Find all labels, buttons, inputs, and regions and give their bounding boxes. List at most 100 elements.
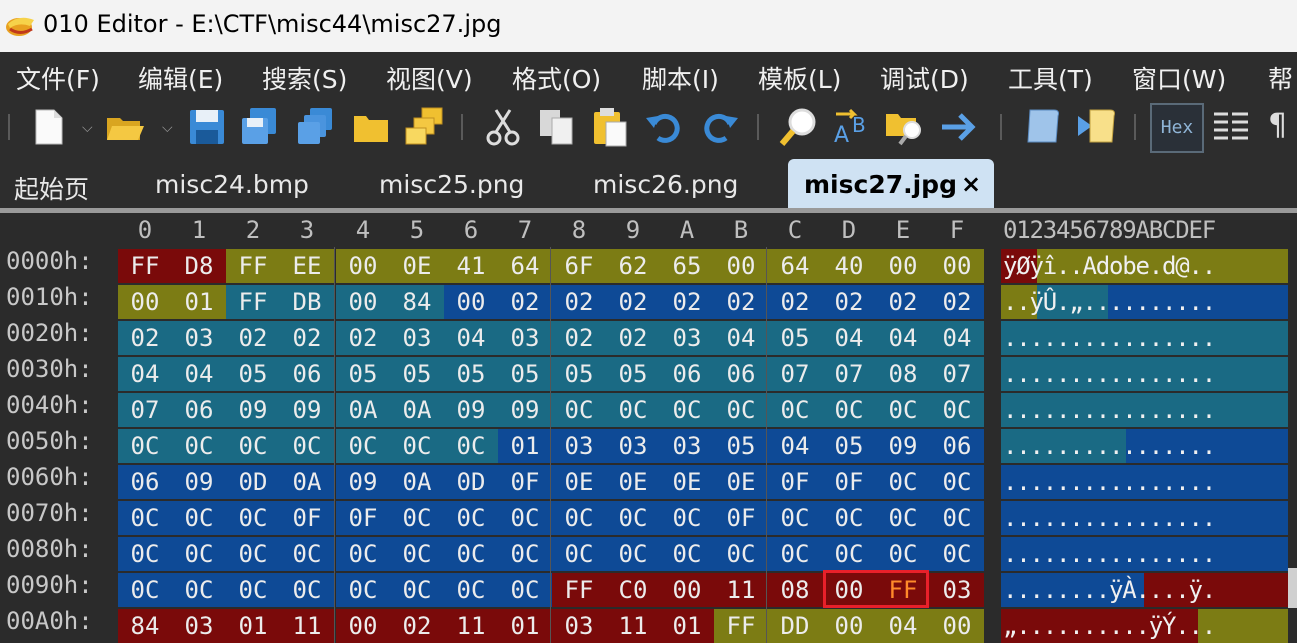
hex-byte[interactable]: 04: [714, 321, 768, 355]
tab-misc26[interactable]: misc26.png: [593, 170, 738, 199]
hex-byte[interactable]: 11: [280, 609, 334, 643]
hex-byte[interactable]: FF: [226, 249, 280, 283]
hex-byte[interactable]: 64: [768, 249, 822, 283]
hex-byte[interactable]: 05: [768, 321, 822, 355]
hex-byte[interactable]: FF: [714, 609, 768, 643]
hex-byte[interactable]: 02: [552, 321, 606, 355]
hex-byte[interactable]: 05: [390, 357, 444, 391]
redo-icon[interactable]: [698, 106, 740, 148]
hex-byte[interactable]: 04: [118, 357, 172, 391]
hex-byte[interactable]: 03: [606, 429, 660, 463]
save-all-icon[interactable]: [294, 106, 336, 148]
hex-byte[interactable]: 09: [498, 393, 552, 427]
hex-byte[interactable]: 04: [876, 321, 930, 355]
hex-byte[interactable]: 05: [336, 357, 390, 391]
hex-byte[interactable]: 02: [606, 321, 660, 355]
hex-byte[interactable]: 0C: [118, 429, 172, 463]
hex-byte[interactable]: C0: [606, 573, 660, 607]
hex-byte[interactable]: 05: [552, 357, 606, 391]
hex-byte[interactable]: 0C: [498, 537, 552, 571]
ascii-row[interactable]: ................: [1003, 393, 1216, 427]
hex-byte[interactable]: 40: [822, 249, 876, 283]
hex-byte[interactable]: 0F: [714, 501, 768, 535]
menu-search[interactable]: 搜索(S): [262, 60, 347, 96]
hex-byte[interactable]: 0C: [876, 501, 930, 535]
hex-byte[interactable]: 05: [822, 429, 876, 463]
hex-byte[interactable]: 03: [390, 321, 444, 355]
ascii-row[interactable]: ........ÿÀ....ÿ.: [1003, 573, 1216, 607]
hex-byte[interactable]: 02: [606, 285, 660, 319]
run-template-icon[interactable]: [1076, 106, 1118, 148]
ascii-row[interactable]: ................: [1003, 537, 1216, 571]
hex-byte[interactable]: 0D: [444, 465, 498, 499]
hex-byte[interactable]: 06: [714, 357, 768, 391]
hex-byte[interactable]: 07: [930, 357, 984, 391]
hex-byte[interactable]: 02: [876, 285, 930, 319]
hex-byte[interactable]: 03: [172, 609, 226, 643]
hex-byte[interactable]: 01: [226, 609, 280, 643]
hex-byte[interactable]: 04: [768, 429, 822, 463]
hex-byte[interactable]: 0C: [552, 537, 606, 571]
hex-byte[interactable]: 0C: [714, 537, 768, 571]
hex-byte[interactable]: 07: [118, 393, 172, 427]
folder-icon[interactable]: [350, 106, 392, 148]
hex-byte[interactable]: 01: [498, 609, 552, 643]
hex-byte[interactable]: 65: [660, 249, 714, 283]
hex-byte[interactable]: 09: [226, 393, 280, 427]
hex-byte[interactable]: 00: [930, 609, 984, 643]
hex-byte[interactable]: 0C: [118, 573, 172, 607]
tab-misc24[interactable]: misc24.bmp: [155, 170, 309, 199]
hex-byte[interactable]: 00: [336, 285, 390, 319]
hex-byte[interactable]: 00: [660, 573, 714, 607]
hex-byte[interactable]: 04: [444, 321, 498, 355]
hex-byte[interactable]: 07: [768, 357, 822, 391]
hex-byte[interactable]: 01: [660, 609, 714, 643]
menu-templates[interactable]: 模板(L): [758, 60, 841, 96]
hex-byte[interactable]: 06: [930, 429, 984, 463]
close-tab-icon[interactable]: ×: [961, 170, 981, 198]
new-file-icon[interactable]: [28, 106, 70, 148]
hex-byte[interactable]: 0E: [660, 465, 714, 499]
hex-byte[interactable]: 00: [118, 285, 172, 319]
hex-byte[interactable]: 0C: [930, 465, 984, 499]
hex-byte[interactable]: 05: [444, 357, 498, 391]
hex-byte[interactable]: 0C: [226, 573, 280, 607]
menu-file[interactable]: 文件(F): [16, 60, 100, 96]
hex-byte[interactable]: 0C: [444, 573, 498, 607]
hex-byte[interactable]: 03: [660, 429, 714, 463]
hex-byte[interactable]: 00: [930, 249, 984, 283]
menu-debug[interactable]: 调试(D): [880, 60, 969, 96]
undo-icon[interactable]: [644, 106, 686, 148]
hex-byte[interactable]: 01: [498, 429, 552, 463]
hex-byte[interactable]: 09: [172, 465, 226, 499]
hex-byte[interactable]: 05: [498, 357, 552, 391]
hex-byte[interactable]: 0C: [172, 573, 226, 607]
hex-byte[interactable]: 04: [172, 357, 226, 391]
hex-byte[interactable]: 0C: [280, 537, 334, 571]
hex-byte[interactable]: 0F: [336, 501, 390, 535]
hex-byte[interactable]: 06: [660, 357, 714, 391]
hex-byte[interactable]: 0C: [930, 537, 984, 571]
hex-byte[interactable]: 09: [336, 465, 390, 499]
ascii-row[interactable]: ................: [1003, 501, 1216, 535]
hex-byte[interactable]: 0C: [226, 429, 280, 463]
hex-byte[interactable]: 0C: [876, 465, 930, 499]
hex-byte[interactable]: 07: [822, 357, 876, 391]
replace-icon[interactable]: AB: [832, 106, 874, 148]
workspace-icon[interactable]: [404, 106, 446, 148]
hex-byte[interactable]: 0C: [172, 501, 226, 535]
chevron-down-icon[interactable]: ⌵: [162, 120, 178, 136]
ascii-row[interactable]: „..........ÿÝ...: [1003, 609, 1216, 643]
hex-byte[interactable]: D8: [172, 249, 226, 283]
find-in-files-icon[interactable]: [884, 106, 926, 148]
hex-byte[interactable]: 0C: [768, 501, 822, 535]
hex-mode-button[interactable]: Hex: [1150, 103, 1204, 153]
hex-byte[interactable]: 0C: [606, 501, 660, 535]
hex-byte[interactable]: 03: [552, 609, 606, 643]
hex-byte[interactable]: 0C: [876, 393, 930, 427]
copy-icon[interactable]: [536, 106, 578, 148]
hex-byte[interactable]: 0E: [714, 465, 768, 499]
hex-byte[interactable]: 0C: [822, 537, 876, 571]
columns-icon[interactable]: [1210, 106, 1252, 148]
tab-misc25[interactable]: misc25.png: [379, 170, 524, 199]
